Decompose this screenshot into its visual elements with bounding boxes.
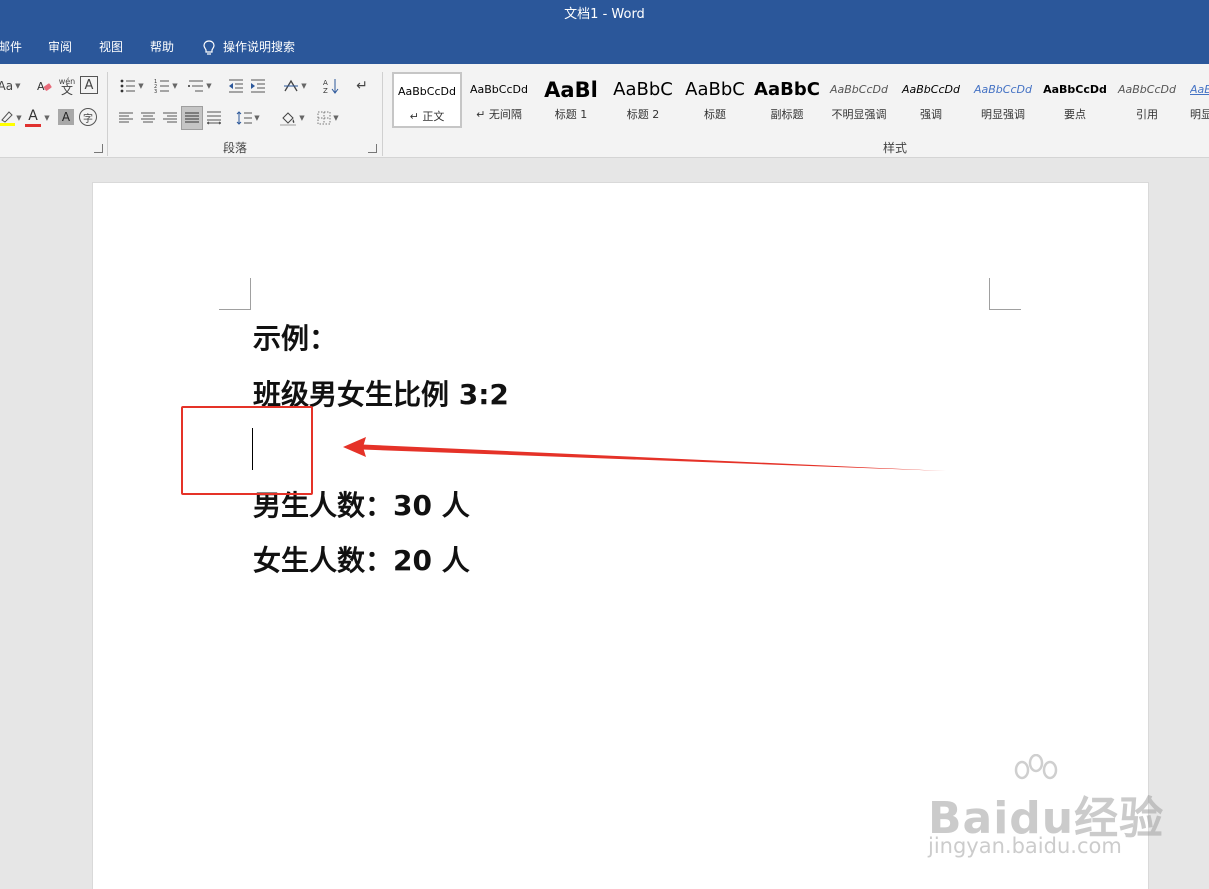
lightbulb-icon <box>203 39 215 55</box>
bullets-button[interactable]: ▼ <box>117 76 147 96</box>
svg-text:A: A <box>37 80 45 93</box>
change-case-button[interactable]: Aa ▼ <box>0 76 20 96</box>
increase-indent-button[interactable] <box>248 76 268 96</box>
baidu-watermark: Baidu经验 jingyan.baidu.com <box>920 752 1180 867</box>
shading-button[interactable]: ▼ <box>276 108 308 128</box>
style-intense-quote[interactable]: AaBl 明显 <box>1184 72 1209 128</box>
style-emphasis[interactable]: AaBbCcDd 强调 <box>896 72 966 128</box>
style-heading-1[interactable]: AaBl 标题 1 <box>536 72 606 128</box>
chinese-layout-button[interactable]: ▼ <box>280 76 310 96</box>
multilevel-list-icon <box>188 80 204 92</box>
group-separator <box>382 72 383 156</box>
align-left-icon <box>119 112 133 123</box>
group-separator <box>107 72 108 156</box>
line-spacing-icon <box>236 111 253 125</box>
svg-text:3: 3 <box>154 89 157 93</box>
clear-formatting-button[interactable]: A <box>34 76 54 96</box>
tell-me-label: 操作说明搜索 <box>223 40 296 54</box>
title-bar: 文档1 - Word <box>0 0 1209 30</box>
style-intense-emphasis[interactable]: AaBbCcDd 明显强调 <box>968 72 1038 128</box>
character-shading-button[interactable]: A <box>58 109 74 125</box>
align-right-button[interactable] <box>161 108 179 128</box>
numbering-button[interactable]: 1 2 3 ▼ <box>151 76 181 96</box>
multilevel-list-button[interactable]: ▼ <box>185 76 215 96</box>
margin-corner-top-left <box>219 278 251 310</box>
highlighter-icon <box>0 111 15 126</box>
increase-indent-icon <box>251 79 265 93</box>
highlight-dropdown[interactable]: ▼ <box>14 108 22 128</box>
character-border-button[interactable]: A <box>80 76 98 94</box>
styles-group-label: 样式 <box>883 141 908 155</box>
borders-button[interactable]: ▼ <box>313 108 343 128</box>
style-quote[interactable]: AaBbCcDd 引用 <box>1112 72 1182 128</box>
doc-line-example[interactable]: 示例： <box>253 317 337 357</box>
font-color-bar <box>25 124 41 127</box>
font-color-dropdown[interactable]: ▼ <box>42 108 50 128</box>
sort-icon: AZ <box>323 79 339 94</box>
font-color-icon: A <box>28 108 38 124</box>
phonetic-guide-button[interactable]: wén 文 <box>57 74 77 98</box>
window-title: 文档1 - Word <box>564 7 645 22</box>
chinese-layout-icon <box>284 79 299 92</box>
decrease-indent-icon <box>229 79 243 93</box>
paragraph-group-label: 段落 <box>223 141 248 155</box>
ribbon: Aa ▼ A wén 文 A ▼ A ▼ A 字 ▼ 1 2 3 ▼ ▼ ▼ AZ ↵ <box>0 64 1209 158</box>
tab-mailings[interactable]: 邮件 <box>0 30 22 64</box>
eraser-icon: A <box>37 80 52 93</box>
justify-icon <box>185 112 199 123</box>
pilcrow-icon: ↵ <box>356 78 368 94</box>
paint-bucket-icon <box>280 112 297 126</box>
watermark-url: jingyan.baidu.com <box>928 834 1122 858</box>
style-subtitle[interactable]: AaBbC 副标题 <box>752 72 822 128</box>
font-dialog-launcher[interactable] <box>94 144 103 153</box>
style-no-spacing[interactable]: AaBbCcDd ↵ 无间隔 <box>464 72 534 128</box>
tab-review[interactable]: 审阅 <box>48 30 72 64</box>
line-spacing-button[interactable]: ▼ <box>233 108 263 128</box>
paragraph-dialog-launcher[interactable] <box>368 144 377 153</box>
sort-button[interactable]: AZ <box>321 76 341 96</box>
svg-text:Z: Z <box>323 87 328 94</box>
decrease-indent-button[interactable] <box>226 76 246 96</box>
tell-me-search[interactable]: 操作说明搜索 <box>203 30 295 64</box>
bullet-list-icon <box>120 79 136 93</box>
enclose-characters-button[interactable]: 字 <box>79 108 97 126</box>
style-normal[interactable]: AaBbCcDd ↵ 正文 <box>392 72 462 128</box>
style-heading-2[interactable]: AaBbC 标题 2 <box>608 72 678 128</box>
style-title[interactable]: AaBbC 标题 <box>680 72 750 128</box>
align-right-icon <box>163 112 177 123</box>
tab-view[interactable]: 视图 <box>99 30 123 64</box>
tab-help[interactable]: 帮助 <box>150 30 174 64</box>
borders-icon <box>317 111 331 125</box>
doc-line-girls[interactable]: 女生人数：20 人 <box>253 539 470 579</box>
style-subtle-emphasis[interactable]: AaBbCcDd 不明显强调 <box>824 72 894 128</box>
distributed-icon <box>207 111 221 125</box>
distributed-button[interactable] <box>205 108 223 128</box>
align-center-icon <box>141 112 155 123</box>
annotation-highlight-box <box>181 406 313 495</box>
ribbon-tabs: 邮件 审阅 视图 帮助 操作说明搜索 <box>0 30 1209 64</box>
margin-corner-top-right <box>989 278 1021 310</box>
show-formatting-marks-button[interactable]: ↵ <box>353 76 371 96</box>
svg-text:A: A <box>323 79 328 87</box>
style-strong[interactable]: AaBbCcDd 要点 <box>1040 72 1110 128</box>
font-color-button[interactable]: A <box>24 108 42 128</box>
align-center-button[interactable] <box>139 108 157 128</box>
numbered-list-icon: 123 <box>154 79 170 93</box>
justify-button[interactable] <box>181 106 203 130</box>
align-left-button[interactable] <box>117 108 135 128</box>
